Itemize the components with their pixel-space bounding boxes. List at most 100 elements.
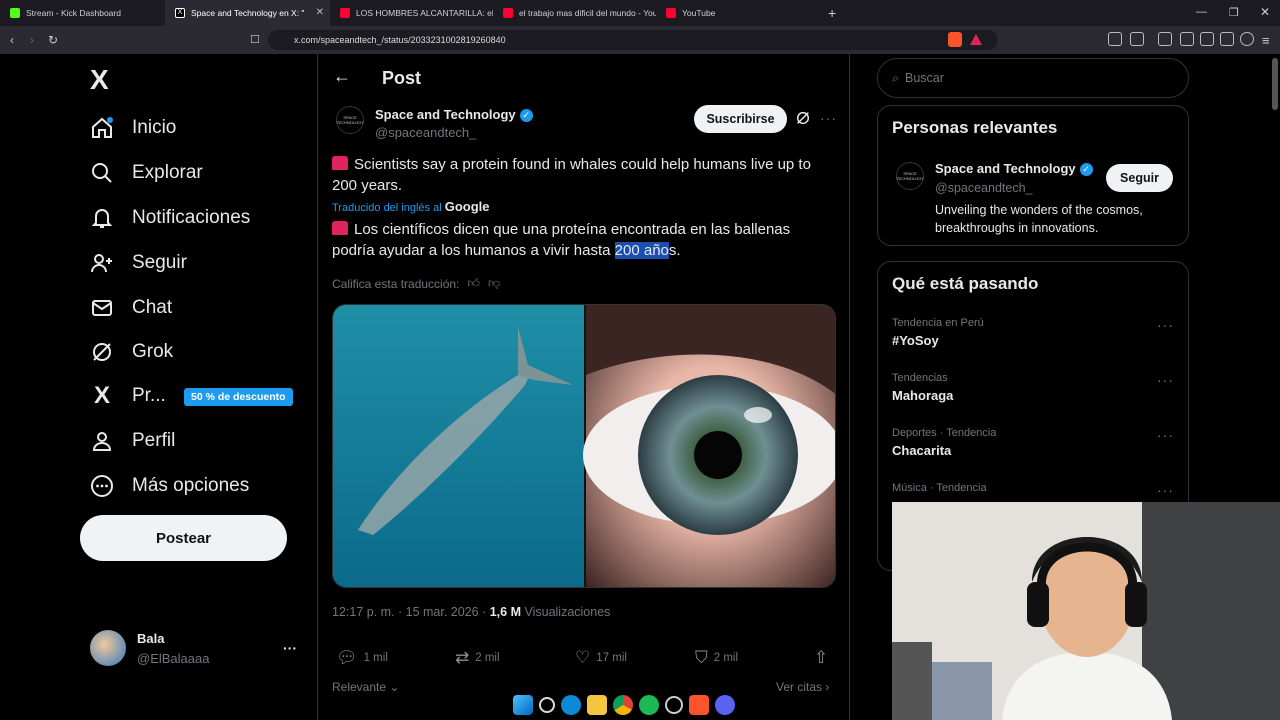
trend-item[interactable]: Tendencias Mahoraga ··· — [892, 372, 1174, 403]
sidebar-item-chat[interactable]: Chat — [88, 288, 172, 328]
x-favicon-icon: X — [175, 8, 185, 18]
relevant-avatar[interactable]: SPACE TECHNOLOGY — [896, 162, 924, 190]
like-button[interactable]: ♡ 17 mil — [575, 648, 627, 668]
trend-more-icon[interactable]: ··· — [1157, 317, 1174, 333]
spotify-icon[interactable] — [639, 695, 659, 715]
trend-item[interactable]: Música · Tendencia ··· — [892, 482, 1174, 498]
post-text-translated: Los científicos dicen que una proteína e… — [332, 219, 828, 261]
post-media[interactable] — [332, 304, 836, 588]
close-tab-icon[interactable]: ✕ — [316, 7, 324, 18]
windows-start-icon[interactable] — [513, 695, 533, 715]
screenshot-icon[interactable] — [1130, 32, 1144, 46]
browser-tab[interactable]: Stream - Kick Dashboard — [0, 0, 165, 26]
account-avatar[interactable]: SPACE TECHNOLOGY — [336, 106, 364, 134]
post-text-original: Scientists say a protein found in whales… — [332, 154, 828, 196]
account-menu-button[interactable]: ··· — [283, 640, 297, 656]
trend-item[interactable]: Tendencia en Perú #YoSoy ··· — [892, 317, 1174, 348]
account-name[interactable]: Space and Technology ✓ — [375, 107, 533, 123]
sidebar-toggle-icon[interactable] — [1180, 32, 1194, 46]
relevant-handle[interactable]: @spaceandtech_ — [935, 181, 1032, 195]
file-explorer-icon[interactable] — [587, 695, 607, 715]
brave-rewards-icon[interactable] — [970, 34, 982, 45]
sidebar-item-inicio[interactable]: Inicio — [88, 108, 176, 148]
brave-shield-icon[interactable] — [948, 32, 962, 47]
bookmark-icon[interactable]: ☐ — [250, 33, 260, 46]
grok-explain-icon[interactable] — [795, 110, 811, 131]
search-input[interactable]: ⌕ Buscar — [877, 58, 1189, 98]
extensions-icon[interactable] — [1108, 32, 1122, 46]
repost-button[interactable]: ⇄ 2 mil — [455, 648, 500, 668]
post-button[interactable]: Postear — [80, 515, 287, 561]
sidebar-item-label: Explorar — [132, 162, 203, 183]
post-more-icon[interactable]: ··· — [820, 110, 837, 126]
discord-icon[interactable] — [715, 695, 735, 715]
forward-icon[interactable]: › — [30, 33, 34, 47]
premium-discount-badge[interactable]: 50 % de descuento — [184, 388, 293, 406]
trend-item[interactable]: Deportes · Tendencia Chacarita ··· — [892, 427, 1174, 458]
edge-icon[interactable] — [561, 695, 581, 715]
home-icon — [88, 114, 116, 142]
new-tab-button[interactable]: + — [828, 5, 836, 21]
minimize-icon[interactable]: — — [1196, 6, 1207, 18]
avatar[interactable] — [90, 630, 126, 666]
search-icon[interactable] — [539, 697, 555, 713]
youtube-icon — [503, 8, 513, 18]
search-icon — [88, 159, 116, 187]
bed — [932, 662, 992, 720]
reload-icon[interactable]: ↻ — [48, 33, 58, 47]
brave-icon[interactable] — [689, 695, 709, 715]
siren-emoji-icon — [332, 156, 348, 170]
browser-tab-active[interactable]: X Space and Technology en X: " ✕ — [165, 0, 330, 26]
account-handle[interactable]: @spaceandtech_ — [375, 125, 476, 140]
sidebar-item-grok[interactable]: Grok — [88, 332, 173, 372]
sidebar-item-premium[interactable]: X Pr... — [88, 376, 166, 416]
back-arrow-icon[interactable]: ← — [333, 66, 351, 87]
reply-button[interactable]: 💬︎ 1 mil — [336, 648, 388, 668]
sidebar-item-notificaciones[interactable]: Notificaciones — [88, 198, 250, 238]
page-scrollbar[interactable] — [1272, 58, 1278, 110]
trend-more-icon[interactable]: ··· — [1157, 427, 1174, 443]
obs-icon[interactable] — [665, 696, 683, 714]
follow-button[interactable]: Seguir — [1106, 164, 1173, 192]
media-icon[interactable] — [1158, 32, 1172, 46]
trend-more-icon[interactable]: ··· — [1157, 372, 1174, 388]
post-text-original-content: Scientists say a protein found in whales… — [332, 156, 811, 194]
leo-icon[interactable] — [1220, 32, 1234, 46]
menu-icon[interactable]: ≡ — [1262, 33, 1270, 48]
back-icon[interactable]: ‹ — [10, 33, 14, 47]
subscribe-button[interactable]: Suscribirse — [694, 105, 787, 133]
browser-tab[interactable]: LOS HOMBRES ALCANTARILLA: el tra — [330, 0, 493, 26]
tab-label: LOS HOMBRES ALCANTARILLA: el tra — [356, 8, 493, 18]
sidebar-item-seguir[interactable]: Seguir — [88, 243, 187, 283]
sidebar-item-mas-opciones[interactable]: Más opciones — [88, 466, 249, 506]
webcam-overlay — [892, 502, 1280, 720]
chrome-icon[interactable] — [613, 695, 633, 715]
thumbs-down-icon[interactable]: 👎︎ — [488, 276, 500, 291]
wallet-icon[interactable] — [1200, 32, 1214, 46]
close-window-icon[interactable]: ✕ — [1260, 5, 1270, 19]
trend-category: Música · Tendencia — [892, 482, 987, 494]
chevron-down-icon: ⌄ — [389, 680, 400, 694]
sidebar-item-perfil[interactable]: Perfil — [88, 421, 175, 461]
trend-more-icon[interactable]: ··· — [1157, 482, 1174, 498]
browser-tab[interactable]: YouTube — [656, 0, 819, 26]
restore-icon[interactable]: ❐ — [1229, 6, 1239, 19]
url-text: x.com/spaceandtech_/status/2033231002819… — [294, 35, 506, 45]
siren-emoji-icon — [332, 221, 348, 235]
bookmark-button[interactable]: ⛉ 2 mil — [695, 648, 738, 668]
sidebar-item-explorar[interactable]: Explorar — [88, 153, 203, 193]
sort-replies-dropdown[interactable]: Relevante ⌄ — [332, 680, 399, 694]
trend-category: Tendencias — [892, 372, 948, 384]
url-field[interactable]: x.com/spaceandtech_/status/2033231002819… — [268, 30, 998, 50]
browser-tab[interactable]: el trabajo mas dificil del mundo - You — [493, 0, 656, 26]
share-button[interactable]: ⇧ — [814, 648, 834, 668]
relevant-name[interactable]: Space and Technology ✓ — [935, 161, 1093, 177]
page-title: Post — [382, 68, 422, 88]
trend-name: Chacarita — [892, 443, 952, 458]
translation-notice[interactable]: Traducido del inglés al Google — [332, 199, 490, 214]
x-logo-icon[interactable]: X — [90, 64, 109, 96]
vpn-icon[interactable] — [1240, 32, 1254, 46]
thumbs-up-icon[interactable]: 👍︎ — [467, 276, 480, 291]
post-timestamp[interactable]: 12:17 p. m. · 15 mar. 2026 · — [332, 605, 486, 619]
relevant-people-title: Personas relevantes — [892, 118, 1058, 137]
